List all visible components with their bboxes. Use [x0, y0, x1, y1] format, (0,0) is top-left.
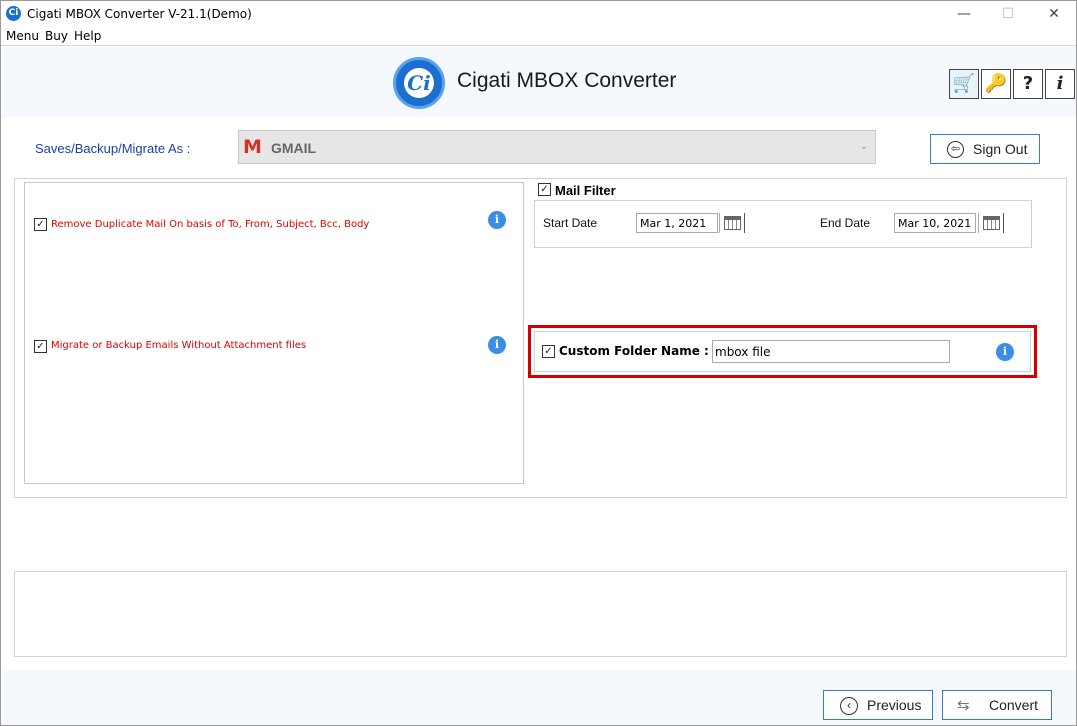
end-date-calendar-button[interactable] — [978, 213, 1004, 233]
key-icon[interactable]: 🔑 — [981, 69, 1011, 99]
app-header: Ci Cigati MBOX Converter 🛒 🔑 ? i — [2, 47, 1076, 117]
gmail-icon: M — [243, 136, 262, 158]
remove-duplicate-checkbox[interactable]: ✓ — [34, 218, 47, 231]
help-icon[interactable]: ? — [1013, 69, 1043, 99]
app-title: Cigati MBOX Converter — [457, 69, 677, 92]
end-date-label: End Date — [820, 216, 871, 230]
maximize-button[interactable]: ☐ — [985, 1, 1031, 27]
format-value: GMAIL — [271, 140, 317, 156]
menu-item-buy[interactable]: Buy — [45, 29, 68, 43]
remove-duplicate-info-icon[interactable]: i — [488, 211, 506, 229]
menu-item-help[interactable]: Help — [74, 29, 101, 43]
start-date-label: Start Date — [543, 216, 598, 230]
calendar-icon — [724, 216, 741, 230]
cigati-logo: Ci — [393, 57, 445, 109]
start-date-calendar-button[interactable] — [719, 213, 745, 233]
calendar-icon — [983, 216, 1000, 230]
mail-filter-checkbox[interactable]: ✓ — [538, 183, 551, 196]
end-date-field[interactable]: Mar 10, 2021 — [894, 213, 976, 233]
start-date-field[interactable]: Mar 1, 2021 — [636, 213, 718, 233]
window-title: Cigati MBOX Converter V-21.1(Demo) — [27, 7, 252, 21]
app-logo-icon: Ci — [6, 6, 21, 21]
info-icon[interactable]: i — [1045, 69, 1075, 99]
minimize-button[interactable]: — — [941, 1, 987, 27]
remove-duplicate-label: Remove Duplicate Mail On basis of To, Fr… — [51, 219, 370, 230]
without-attachment-info-icon[interactable]: i — [488, 336, 506, 354]
title-bar: Ci Cigati MBOX Converter V-21.1(Demo) — … — [1, 1, 1076, 27]
format-select[interactable]: M GMAIL ⌄ — [238, 130, 876, 164]
convert-label: Convert — [989, 697, 1039, 713]
custom-folder-checkbox[interactable]: ✓ — [542, 345, 555, 358]
sign-out-label: Sign Out — [973, 141, 1028, 157]
log-area — [14, 571, 1067, 657]
without-attachment-label: Migrate or Backup Emails Without Attachm… — [51, 340, 307, 351]
logo-letter: Ci — [404, 68, 434, 98]
convert-arrows-icon: ⇆ — [957, 697, 970, 714]
custom-folder-info-icon[interactable]: i — [996, 343, 1014, 361]
mail-filter-label: Mail Filter — [555, 183, 616, 198]
without-attachment-checkbox[interactable]: ✓ — [34, 340, 47, 353]
app-window: Ci Cigati MBOX Converter V-21.1(Demo) — … — [0, 0, 1077, 726]
menu-bar: Menu Buy Help — [1, 28, 1076, 46]
convert-button[interactable]: ⇆ Convert — [942, 690, 1052, 720]
custom-folder-label: Custom Folder Name : — [559, 344, 709, 358]
close-button[interactable]: ✕ — [1031, 1, 1076, 27]
menu-item-menu[interactable]: Menu — [6, 29, 39, 43]
previous-button[interactable]: ‹ Previous — [823, 690, 933, 720]
saves-as-label: Saves/Backup/Migrate As : — [35, 141, 191, 156]
sign-out-icon: ⇦ — [947, 141, 964, 158]
chevron-left-icon: ‹ — [840, 697, 858, 715]
chevron-down-icon[interactable]: ⌄ — [853, 132, 875, 162]
custom-folder-input[interactable]: mbox file — [712, 340, 950, 363]
previous-label: Previous — [867, 697, 922, 713]
sign-out-button[interactable]: ⇦ Sign Out — [930, 134, 1040, 164]
cart-icon[interactable]: 🛒 — [949, 69, 979, 99]
